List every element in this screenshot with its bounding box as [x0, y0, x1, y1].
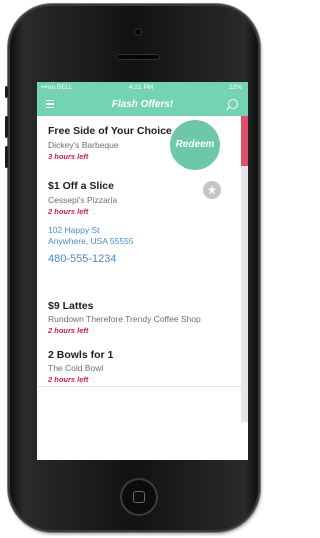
- offer-title: $1 Off a Slice: [48, 180, 114, 192]
- offer-merchant: Dickey's Barbeque: [48, 140, 119, 150]
- volume-up-button: [5, 116, 8, 138]
- favorite-star-icon[interactable]: ★: [203, 181, 221, 199]
- offer-time-left: 3 hours left: [48, 152, 89, 161]
- offer-merchant: The Cold Bowl: [48, 363, 104, 373]
- home-button[interactable]: [120, 478, 158, 516]
- address-line-1[interactable]: 102 Happy St: [48, 225, 100, 236]
- status-bar: •••oo BELL 4:21 PM 22%: [37, 82, 248, 94]
- search-icon[interactable]: [228, 99, 238, 109]
- home-square-icon: [133, 491, 145, 503]
- offer-title: 2 Bowls for 1: [48, 349, 114, 361]
- offer-item[interactable]: $9 Lattes Rundown Therefore Trendy Coffe…: [37, 292, 248, 341]
- earpiece-speaker: [116, 54, 160, 60]
- front-camera: [134, 28, 142, 36]
- clock: 4:21 PM: [129, 84, 154, 91]
- offer-merchant: Rundown Therefore Trendy Coffee Shop: [48, 314, 201, 324]
- nav-bar: Flash Offers!: [37, 94, 248, 116]
- scrollbar[interactable]: [241, 116, 248, 422]
- redeem-button[interactable]: Redeem: [170, 120, 220, 170]
- offer-time-left: 2 hours left: [48, 375, 89, 384]
- scrollbar-thumb[interactable]: [241, 116, 248, 166]
- offer-title: Free Side of Your Choice: [48, 125, 172, 137]
- mute-switch: [5, 86, 8, 98]
- battery-level: 22%: [228, 84, 242, 91]
- volume-down-button: [5, 146, 8, 168]
- offer-time-left: 2 hours left: [48, 326, 89, 335]
- address-line-2[interactable]: Anywhere, USA 55555: [48, 236, 134, 247]
- offer-time-left: 2 hours left: [48, 207, 89, 216]
- offer-item[interactable]: 2 Bowls for 1 The Cold Bowl 2 hours left: [37, 340, 248, 387]
- offer-title: $9 Lattes: [48, 300, 94, 312]
- phone-link[interactable]: 480-555-1234: [48, 253, 117, 265]
- offer-merchant: Cessepi's Pizzaria: [48, 195, 118, 205]
- page-title: Flash Offers!: [111, 99, 174, 110]
- carrier-label: •••oo BELL: [41, 84, 73, 91]
